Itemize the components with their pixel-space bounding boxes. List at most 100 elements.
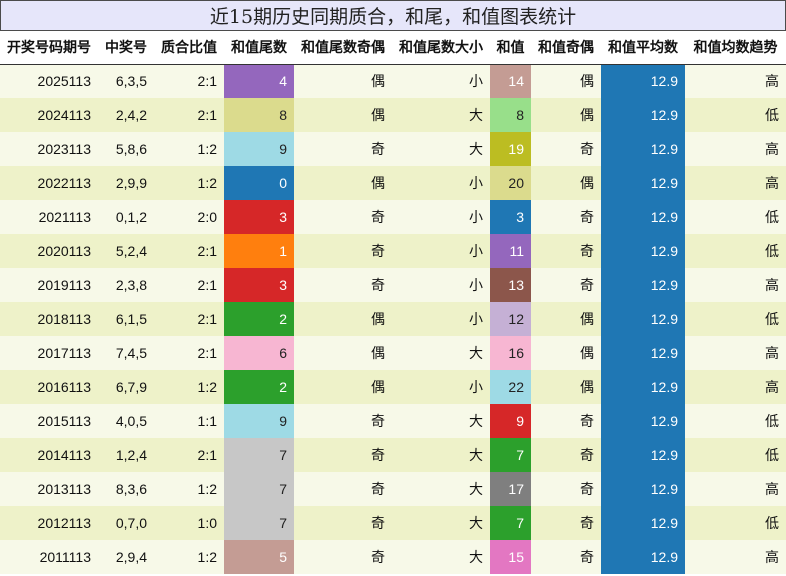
cell-avg: 12.9 [601,302,685,336]
table-row: 2021113 0,1,2 2:0 3 奇小 3 奇 12.9 低 [0,200,786,234]
cell-numbers: 2,9,9 [98,166,154,200]
cell-sum-parity: 奇 [531,438,601,472]
cell-sum-parity: 奇 [531,234,601,268]
stats-table: 开奖号码期号 中奖号 质合比值 和值尾数 和值尾数奇偶 和值尾数大小 和值 和值… [0,31,786,574]
table-row: 2016113 6,7,9 1:2 2 偶小 22 偶 12.9 高 [0,370,786,404]
cell-tail-parity: 奇 [294,506,392,540]
cell-ratio: 1:2 [154,166,224,200]
cell-ratio: 2:1 [154,336,224,370]
cell-tail: 9 [224,132,294,166]
cell-tail: 6 [224,336,294,370]
cell-trend: 高 [685,336,786,370]
cell-trend: 高 [685,540,786,574]
header-avg: 和值平均数 [601,31,685,65]
cell-sum-parity: 偶 [531,370,601,404]
cell-tail: 5 [224,540,294,574]
cell-sum-parity: 偶 [531,64,601,98]
cell-tail-parity: 奇 [294,268,392,302]
cell-period: 2021113 [0,200,98,234]
cell-tail-parity: 奇 [294,438,392,472]
header-numbers: 中奖号 [98,31,154,65]
cell-numbers: 6,7,9 [98,370,154,404]
cell-trend: 高 [685,268,786,302]
cell-avg: 12.9 [601,132,685,166]
cell-sum-parity: 偶 [531,336,601,370]
cell-tail-parity: 偶 [294,64,392,98]
cell-sum: 14 [490,64,531,98]
cell-sum: 15 [490,540,531,574]
cell-sum-parity: 奇 [531,132,601,166]
cell-sum-parity: 奇 [531,472,601,506]
cell-sum: 11 [490,234,531,268]
table-row: 2025113 6,3,5 2:1 4 偶小 14 偶 12.9 高 [0,64,786,98]
table-row: 2011113 2,9,4 1:2 5 奇大 15 奇 12.9 高 [0,540,786,574]
cell-numbers: 5,8,6 [98,132,154,166]
cell-sum: 7 [490,506,531,540]
cell-tail-parity: 偶 [294,336,392,370]
cell-tail-parity: 奇 [294,472,392,506]
header-sum-parity: 和值奇偶 [531,31,601,65]
cell-trend: 高 [685,64,786,98]
cell-numbers: 2,3,8 [98,268,154,302]
cell-avg: 12.9 [601,200,685,234]
cell-tail: 3 [224,268,294,302]
cell-sum: 17 [490,472,531,506]
cell-sum-parity: 偶 [531,302,601,336]
header-tail-size: 和值尾数大小 [392,31,490,65]
table-row: 2023113 5,8,6 1:2 9 奇大 19 奇 12.9 高 [0,132,786,166]
cell-tail: 7 [224,472,294,506]
cell-ratio: 2:1 [154,268,224,302]
cell-sum-parity: 偶 [531,166,601,200]
cell-period: 2018113 [0,302,98,336]
cell-tail-size: 大 [392,506,490,540]
cell-sum: 12 [490,302,531,336]
cell-tail-parity: 奇 [294,404,392,438]
cell-tail-parity: 奇 [294,234,392,268]
cell-period: 2025113 [0,64,98,98]
table-row: 2014113 1,2,4 2:1 7 奇大 7 奇 12.9 低 [0,438,786,472]
cell-numbers: 7,4,5 [98,336,154,370]
cell-tail-size: 大 [392,404,490,438]
cell-tail-parity: 偶 [294,370,392,404]
cell-period: 2022113 [0,166,98,200]
cell-tail: 2 [224,302,294,336]
cell-tail-size: 小 [392,64,490,98]
table-row: 2013113 8,3,6 1:2 7 奇大 17 奇 12.9 高 [0,472,786,506]
table-row: 2020113 5,2,4 2:1 1 奇小 11 奇 12.9 低 [0,234,786,268]
cell-avg: 12.9 [601,268,685,302]
cell-avg: 12.9 [601,336,685,370]
cell-tail-size: 小 [392,302,490,336]
cell-ratio: 2:1 [154,438,224,472]
header-trend: 和值均数趋势 [685,31,786,65]
cell-avg: 12.9 [601,404,685,438]
table-row: 2017113 7,4,5 2:1 6 偶大 16 偶 12.9 高 [0,336,786,370]
cell-tail-size: 小 [392,200,490,234]
cell-tail: 2 [224,370,294,404]
cell-sum-parity: 奇 [531,268,601,302]
cell-tail: 9 [224,404,294,438]
cell-period: 2023113 [0,132,98,166]
cell-tail-size: 大 [392,336,490,370]
cell-trend: 低 [685,98,786,132]
cell-tail: 1 [224,234,294,268]
header-tail-parity: 和值尾数奇偶 [294,31,392,65]
cell-tail-size: 小 [392,166,490,200]
cell-tail-parity: 奇 [294,540,392,574]
cell-numbers: 0,7,0 [98,506,154,540]
table-row: 2022113 2,9,9 1:2 0 偶小 20 偶 12.9 高 [0,166,786,200]
cell-period: 2024113 [0,98,98,132]
cell-sum-parity: 偶 [531,98,601,132]
header-row: 开奖号码期号 中奖号 质合比值 和值尾数 和值尾数奇偶 和值尾数大小 和值 和值… [0,31,786,65]
cell-numbers: 6,1,5 [98,302,154,336]
cell-tail-size: 小 [392,234,490,268]
table-row: 2019113 2,3,8 2:1 3 奇小 13 奇 12.9 高 [0,268,786,302]
cell-sum-parity: 奇 [531,200,601,234]
cell-tail: 7 [224,506,294,540]
cell-numbers: 8,3,6 [98,472,154,506]
table-row: 2024113 2,4,2 2:1 8 偶大 8 偶 12.9 低 [0,98,786,132]
cell-avg: 12.9 [601,540,685,574]
cell-sum-parity: 奇 [531,404,601,438]
cell-trend: 低 [685,200,786,234]
cell-ratio: 2:0 [154,200,224,234]
cell-trend: 低 [685,438,786,472]
